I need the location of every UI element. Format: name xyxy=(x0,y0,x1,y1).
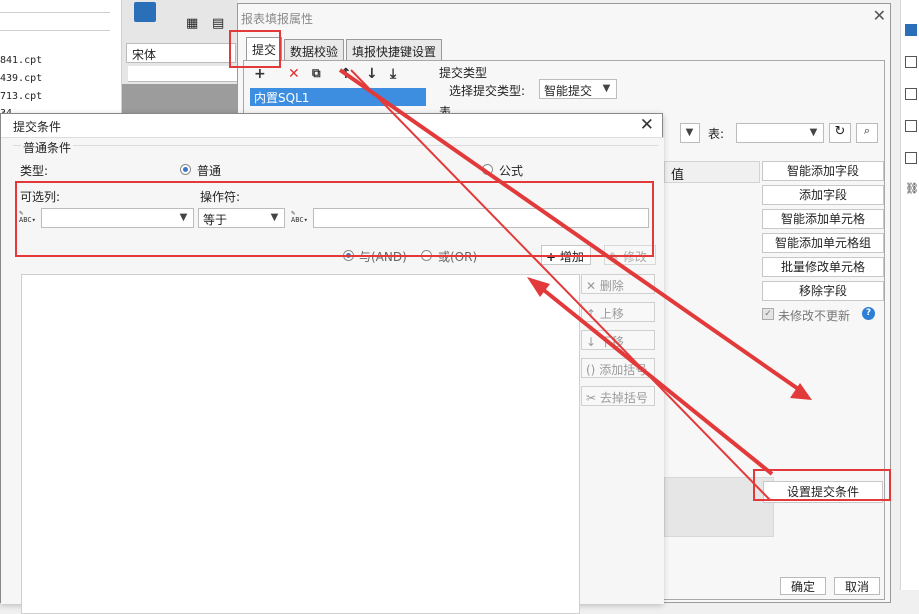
arrow-line xyxy=(350,69,771,501)
arrow-tab-to-right xyxy=(338,68,812,400)
annotation-arrows xyxy=(338,68,812,501)
arrow-line xyxy=(538,285,774,476)
arrow-button-to-inputs xyxy=(350,69,774,501)
arrow-line xyxy=(338,68,806,395)
